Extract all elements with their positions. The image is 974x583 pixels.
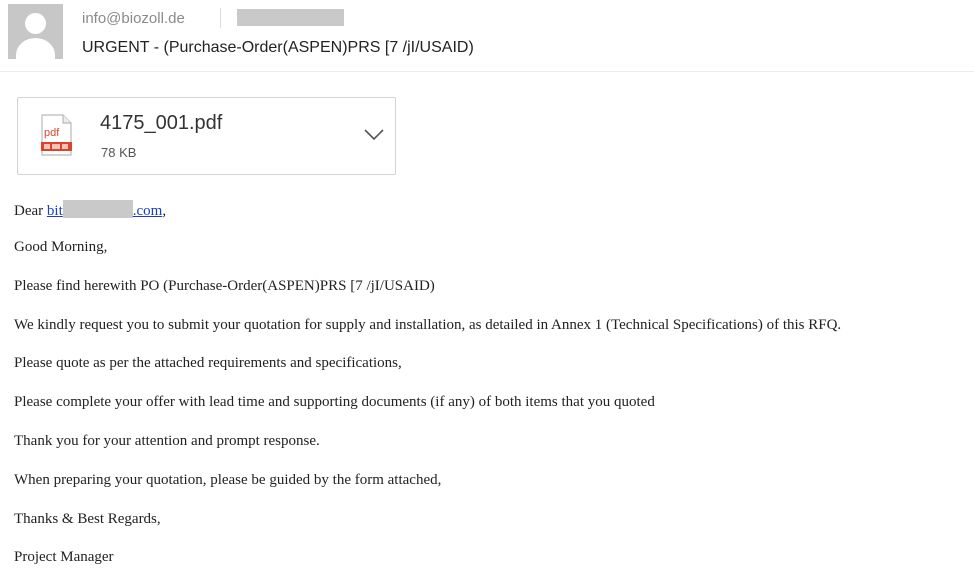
sender-email[interactable]: info@biozoll.de [82, 10, 185, 27]
signature-title: Project Manager [14, 549, 114, 565]
body-line: Thank you for your attention and prompt … [14, 433, 320, 449]
attachment-filename: 4175_001.pdf [100, 112, 223, 134]
body-line: We kindly request you to submit your quo… [14, 317, 842, 333]
body-line: Please complete your offer with lead tim… [14, 394, 655, 410]
pdf-file-icon: pdf [41, 114, 72, 156]
body-line: Thanks & Best Regards, [14, 511, 161, 527]
body-line: Good Morning, [14, 239, 108, 255]
greeting-line: Dear bit .com, [14, 200, 166, 220]
recipient-link[interactable]: bit .com [47, 200, 162, 219]
email-subject: URGENT - (Purchase-Order(ASPEN)PRS [7 /j… [82, 39, 474, 56]
header-separator [220, 8, 221, 28]
redacted-recipient [237, 9, 344, 26]
body-line: Please quote as per the attached require… [14, 355, 402, 371]
header-divider [0, 71, 974, 72]
pdf-icon-label: pdf [44, 127, 60, 139]
body-line: When preparing your quotation, please be… [14, 472, 442, 488]
redacted-recipient-name [62, 200, 133, 218]
sender-avatar [8, 4, 63, 59]
attachment-card[interactable]: pdf 4175_001.pdf 78 KB [17, 97, 396, 175]
body-line: Please find herewith PO (Purchase-Order(… [14, 278, 435, 294]
attachment-size: 78 KB [101, 145, 137, 160]
chevron-down-icon[interactable] [363, 128, 385, 142]
avatar-head [25, 13, 46, 34]
avatar-shoulders [16, 38, 55, 59]
